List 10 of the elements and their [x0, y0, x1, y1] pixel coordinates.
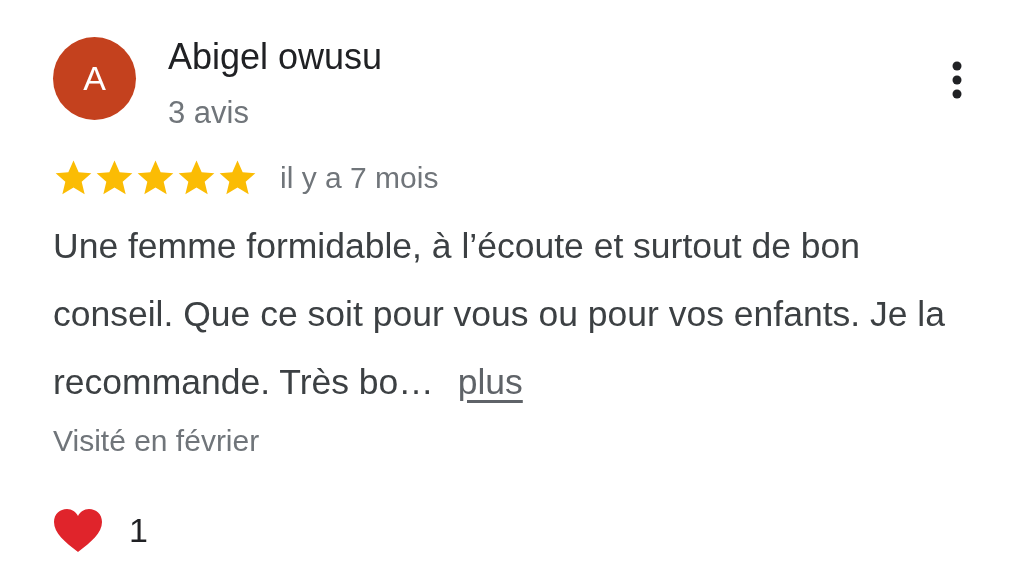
review-text: Une femme formidable, à l’écoute et surtout de bon conseil. Que ce soit pour vous ou pour vos enfants. Je la recommande. Très bo… plus — [53, 225, 946, 404]
review-time: il y a 7 mois — [280, 160, 439, 196]
reaction-count: 1 — [129, 510, 148, 551]
review-count: 3 avis — [168, 94, 250, 132]
visit-date: Visité en février — [53, 423, 261, 459]
more-link[interactable]: plus — [457, 362, 523, 402]
heart-icon[interactable] — [53, 508, 103, 553]
author-name[interactable]: Abigel owusu — [168, 35, 952, 79]
more-options-icon[interactable] — [952, 61, 962, 99]
avatar: A — [53, 37, 136, 120]
